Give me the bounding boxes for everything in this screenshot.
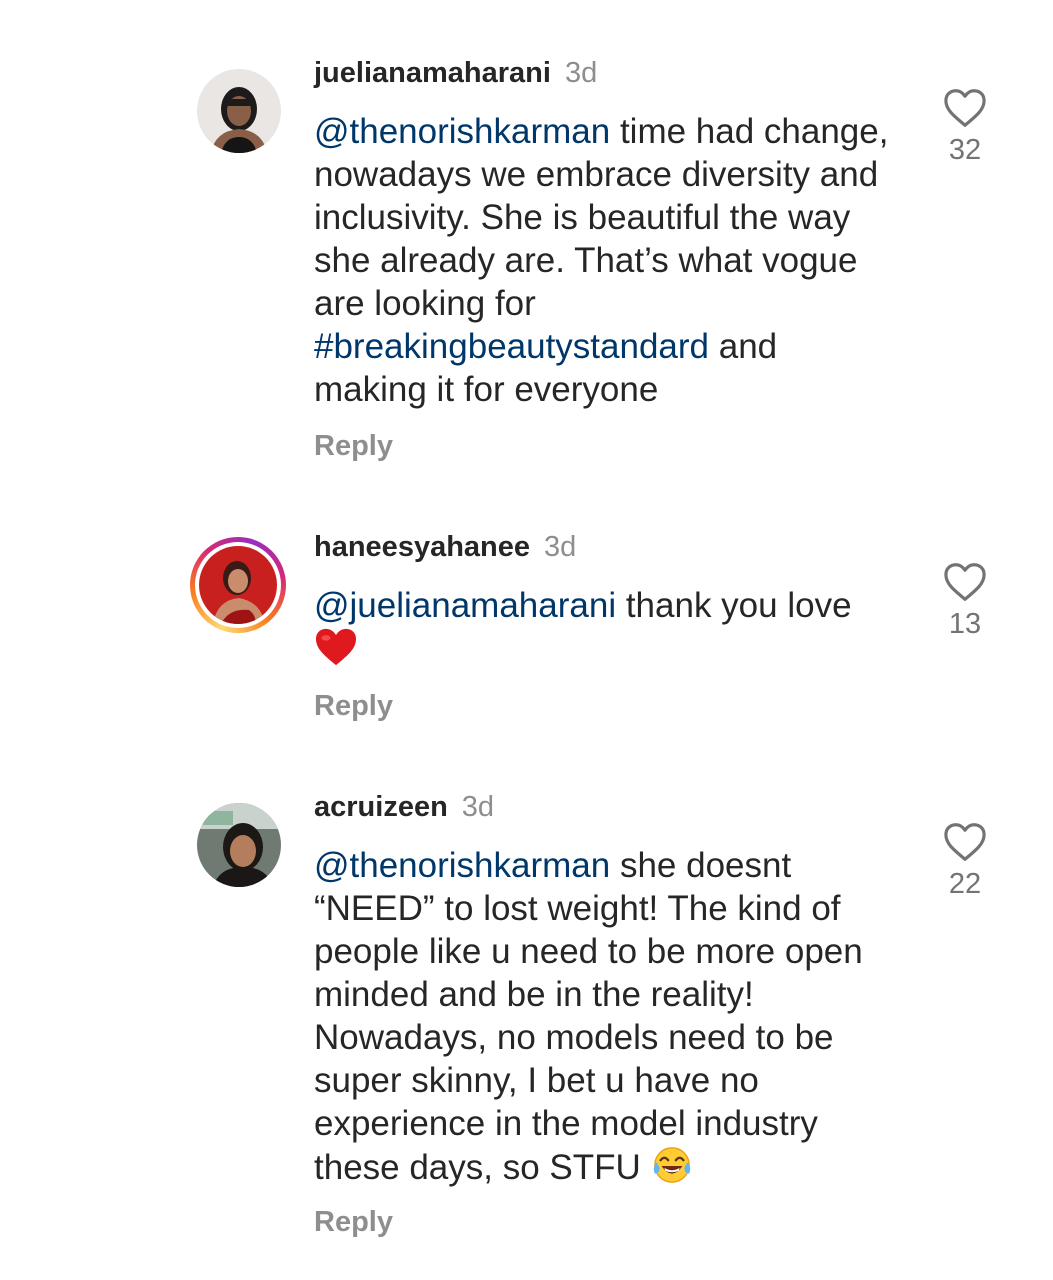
heart-outline-icon[interactable] bbox=[943, 822, 987, 862]
avatar[interactable] bbox=[197, 69, 281, 153]
hashtag-link[interactable]: #breakingbeautystandard bbox=[314, 327, 709, 366]
comment-text: @juelianamaharani thank you love bbox=[314, 584, 894, 677]
face-with-tears-of-joy-emoji bbox=[651, 1145, 693, 1195]
reply-button[interactable]: Reply bbox=[314, 690, 393, 723]
reply-button[interactable]: Reply bbox=[314, 430, 393, 463]
comment-time: 3d bbox=[544, 531, 577, 563]
comment-text-segment: thank you love bbox=[616, 586, 852, 625]
comment-header: juelianamaharani 3d bbox=[314, 56, 597, 90]
mention-link[interactable]: @juelianamaharani bbox=[314, 586, 616, 625]
heart-outline-icon[interactable] bbox=[943, 562, 987, 602]
avatar-woman-red-background-icon bbox=[199, 546, 277, 624]
like-count: 32 bbox=[948, 134, 982, 166]
avatar-woman-black-top-icon bbox=[197, 69, 281, 153]
red-heart-icon bbox=[316, 628, 356, 666]
red-heart-emoji bbox=[314, 627, 358, 677]
username[interactable]: haneesyahanee bbox=[314, 531, 530, 563]
like-control: 32 bbox=[935, 88, 995, 167]
mention-link[interactable]: @thenorishkarman bbox=[314, 112, 610, 151]
reply-button[interactable]: Reply bbox=[314, 1206, 393, 1239]
story-ring[interactable] bbox=[190, 537, 286, 633]
heart-outline-icon[interactable] bbox=[943, 88, 987, 128]
username[interactable]: juelianamaharani bbox=[314, 57, 551, 89]
like-control: 13 bbox=[935, 562, 995, 641]
mention-link[interactable]: @thenorishkarman bbox=[314, 846, 610, 885]
comment-text-segment: she doesnt “NEED” to lost weight! The ki… bbox=[314, 846, 863, 1187]
comment-text: @thenorishkarman she doesnt “NEED” to lo… bbox=[314, 844, 894, 1195]
like-control: 22 bbox=[935, 822, 995, 901]
comment-time: 3d bbox=[461, 791, 495, 823]
avatar-woman-car-selfie-icon bbox=[197, 803, 281, 887]
comment-header: acruizeen 3d bbox=[314, 790, 494, 824]
comment-text: @thenorishkarman time had change, nowada… bbox=[314, 110, 894, 411]
comment-time: 3d bbox=[564, 57, 598, 89]
avatar bbox=[199, 546, 277, 624]
like-count: 13 bbox=[948, 608, 982, 640]
username[interactable]: acruizeen bbox=[314, 791, 448, 823]
comment-header: haneesyahanee 3d bbox=[314, 530, 576, 564]
avatar[interactable] bbox=[197, 803, 281, 887]
like-count: 22 bbox=[948, 868, 982, 900]
laughing-tears-icon bbox=[653, 1147, 690, 1183]
